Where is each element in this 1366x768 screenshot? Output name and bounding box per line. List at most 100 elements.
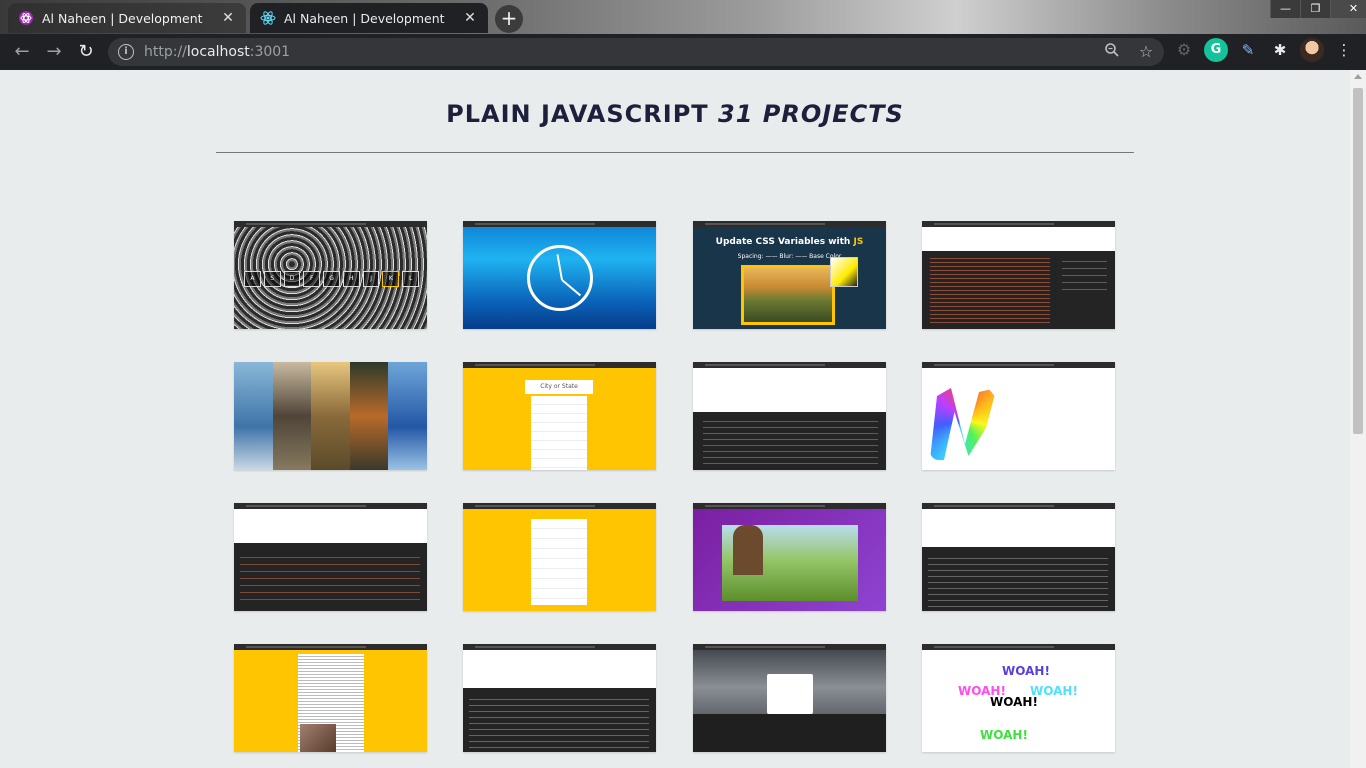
devtools-code	[240, 551, 420, 605]
thumbnail-browser-bar	[463, 362, 656, 368]
page-content: PLAIN JAVASCRIPT 31 PROJECTS ASDFGHJKL U…	[0, 70, 1350, 768]
page-title: PLAIN JAVASCRIPT 31 PROJECTS	[216, 100, 1134, 128]
scroll-up-arrow[interactable]	[1354, 74, 1362, 79]
thumbnail-browser-bar	[234, 644, 427, 650]
page-title-main: PLAIN JAVASCRIPT	[446, 100, 709, 128]
panel	[234, 362, 273, 470]
close-tab-icon[interactable]: ✕	[220, 10, 236, 26]
browser-toolbar: ← → ↻ i http://localhost:3001 ☆ ⚙ G ✎ ✱ …	[0, 34, 1366, 70]
project-card-array-cardio-2[interactable]	[693, 362, 886, 470]
scrollbar-thumb[interactable]	[1353, 88, 1363, 434]
close-window-button[interactable]: ✕	[1330, 0, 1366, 18]
drum-key: G	[323, 271, 340, 287]
panel	[349, 362, 389, 470]
project-card-object-reference[interactable]	[463, 644, 656, 752]
tab-title: Al Naheen | Development	[42, 10, 203, 26]
woah-text: WOAH!	[990, 695, 1038, 709]
drum-key: D	[283, 271, 301, 287]
rainbow-stroke	[930, 388, 997, 460]
project-card-css-variables[interactable]: Update CSS Variables with JS Spacing: ——…	[693, 221, 886, 329]
project-card-key-detection[interactable]	[922, 503, 1115, 611]
project-card-local-tapas[interactable]	[693, 644, 886, 752]
page-title-count: 31 PROJECTS	[718, 100, 904, 128]
back-icon[interactable]: ←	[6, 36, 38, 68]
thumbnail-browser-bar	[463, 503, 656, 509]
tapas-form	[767, 674, 813, 714]
panel	[311, 362, 350, 470]
thumbnail-browser-bar	[693, 503, 886, 509]
info-icon[interactable]: i	[118, 44, 134, 60]
thumbnail-page	[922, 509, 1115, 547]
thumbnail-browser-bar	[693, 221, 886, 227]
react-icon	[18, 10, 34, 26]
window-controls: — ❐ ✕	[1270, 0, 1366, 18]
project-card-checkboxes[interactable]	[463, 503, 656, 611]
project-card-drum-kit[interactable]: ASDFGHJKL	[234, 221, 427, 329]
project-card-clock[interactable]	[463, 221, 656, 329]
tab-title: Al Naheen | Development	[284, 10, 445, 26]
thumbnail-browser-bar	[922, 362, 1115, 368]
extensions-puzzle-icon[interactable]: ✱	[1268, 38, 1292, 62]
page-scrollbar[interactable]	[1350, 70, 1366, 768]
panel	[272, 362, 312, 470]
css-title-text: Update CSS Variables with	[715, 237, 851, 247]
heading-divider	[216, 152, 1134, 153]
clock-hand-minute	[561, 279, 582, 297]
devtools-panel	[693, 714, 886, 752]
drum-key: S	[263, 271, 281, 287]
clock-face	[527, 245, 593, 311]
minimize-button[interactable]: —	[1270, 0, 1300, 18]
react-icon	[260, 10, 276, 26]
thumbnail-page	[234, 509, 427, 543]
css-title-js: JS	[853, 237, 864, 247]
extensions-area: ⚙ G ✎ ✱ ⋮	[1172, 38, 1356, 62]
thumbnail-page	[463, 650, 656, 688]
clock-hand-hour	[556, 254, 563, 281]
browser-tab-active[interactable]: Al Naheen | Development ✕	[250, 3, 488, 33]
robot-extension-icon[interactable]: ⚙	[1172, 38, 1196, 62]
close-tab-icon[interactable]: ✕	[462, 10, 478, 26]
drum-key: J	[362, 271, 380, 287]
bookmark-star-icon[interactable]: ☆	[1136, 42, 1156, 62]
drum-key: F	[303, 271, 321, 287]
project-card-type-ahead[interactable]: City or State	[463, 362, 656, 470]
panel	[388, 362, 427, 470]
css-variables-image	[741, 265, 835, 325]
restore-button[interactable]: ❐	[1300, 0, 1330, 18]
project-card-slide-in[interactable]	[234, 644, 427, 752]
css-variables-title: Update CSS Variables with JS	[693, 237, 886, 247]
menu-kebab-icon[interactable]: ⋮	[1332, 38, 1356, 62]
zoom-icon[interactable]	[1102, 42, 1122, 62]
project-card-dev-tools[interactable]	[234, 503, 427, 611]
pen-extension-icon[interactable]: ✎	[1236, 38, 1260, 62]
project-card-array-cardio[interactable]	[922, 221, 1115, 329]
url-port: :3001	[249, 44, 291, 60]
thumbnail-page	[922, 227, 1115, 251]
search-placeholder: City or State	[525, 380, 593, 394]
project-card-flex-panels[interactable]	[234, 362, 427, 470]
browser-tab-bar: Al Naheen | Development ✕ Al Naheen | De…	[0, 0, 1366, 34]
grammarly-icon[interactable]: G	[1204, 38, 1228, 62]
devtools-code	[469, 694, 649, 748]
thumbnail-browser-bar	[922, 644, 1115, 650]
project-card-mouse-shadow[interactable]: WOAH! WOAH! WOAH! WOAH! WOAH!	[922, 644, 1115, 752]
thumbnail-page	[693, 368, 886, 412]
devtools-code	[930, 255, 1050, 325]
url-host: localhost	[186, 44, 250, 60]
project-card-canvas[interactable]	[922, 362, 1115, 470]
devtools-code	[928, 553, 1108, 607]
reload-icon[interactable]: ↻	[70, 36, 102, 68]
forward-icon[interactable]: →	[38, 36, 70, 68]
new-tab-button[interactable]: +	[495, 5, 523, 33]
browser-tab[interactable]: Al Naheen | Development ✕	[8, 3, 246, 33]
article-image	[300, 724, 336, 752]
project-card-video-player[interactable]	[693, 503, 886, 611]
address-bar[interactable]: i http://localhost:3001 ☆	[108, 38, 1164, 66]
devtools-output	[703, 416, 878, 466]
url-scheme: http://	[144, 44, 187, 60]
profile-avatar[interactable]	[1300, 38, 1324, 62]
drum-key: K	[382, 271, 400, 287]
drum-key: L	[402, 271, 420, 287]
suggestions-list	[531, 396, 587, 470]
video-tree	[733, 525, 763, 575]
